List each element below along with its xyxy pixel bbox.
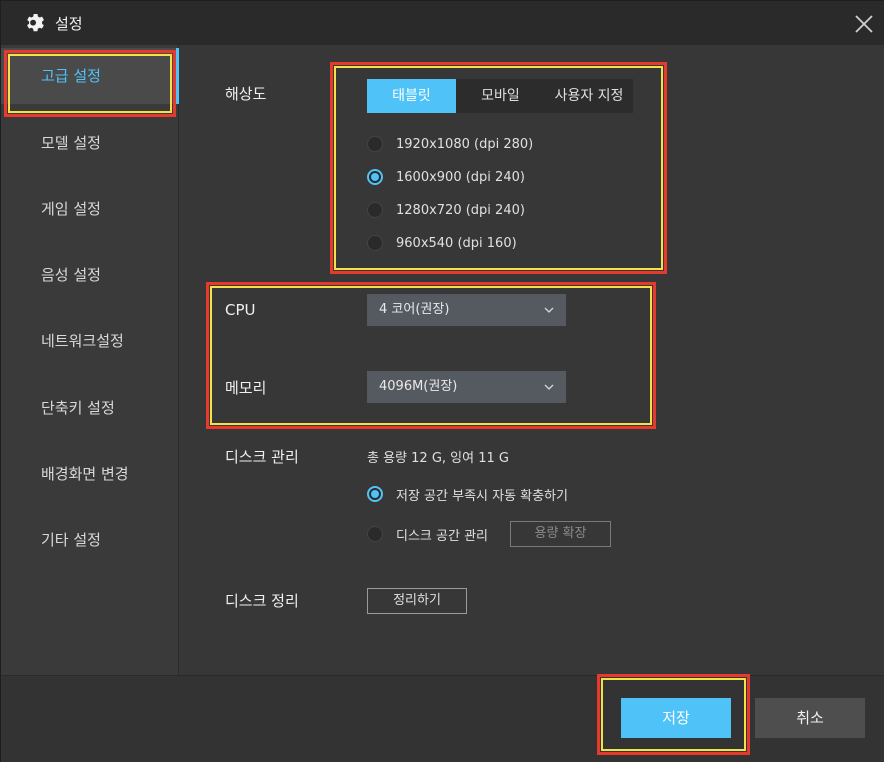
resolution-option-1280[interactable]: 1280x720 (dpi 240) — [367, 198, 525, 222]
resolution-option-label: 960x540 (dpi 160) — [396, 235, 517, 251]
disk-option-label: 저장 공간 부족시 자동 확충하기 — [396, 488, 569, 504]
sidebar: 고급 설정 모델 설정 게임 설정 음성 설정 네트워크설정 단축키 설정 배경… — [1, 45, 179, 675]
radio-button[interactable] — [367, 235, 383, 251]
sidebar-item-model[interactable]: 모델 설정 — [1, 115, 179, 171]
sidebar-item-advanced[interactable]: 고급 설정 — [1, 48, 179, 104]
radio-button[interactable] — [367, 526, 383, 542]
radio-button[interactable] — [367, 136, 383, 152]
sidebar-item-wallpaper[interactable]: 배경화면 변경 — [1, 446, 179, 502]
memory-label: 메모리 — [225, 379, 267, 397]
radio-button-checked[interactable] — [367, 169, 383, 185]
resolution-tabs: 태블릿 모바일 사용자 지정 — [367, 79, 633, 113]
expand-capacity-button[interactable]: 용량 확장 — [510, 521, 611, 547]
close-icon[interactable] — [851, 11, 877, 37]
sidebar-item-game[interactable]: 게임 설정 — [1, 181, 179, 237]
tab-custom[interactable]: 사용자 지정 — [545, 79, 633, 113]
cpu-select[interactable]: 4 코어(권장) — [367, 294, 566, 326]
tab-mobile[interactable]: 모바일 — [456, 79, 545, 113]
settings-window: 설정 고급 설정 모델 설정 게임 설정 음성 설정 네트워크설정 단축키 설정… — [0, 0, 884, 762]
tab-tablet[interactable]: 태블릿 — [367, 79, 456, 113]
resolution-option-label: 1280x720 (dpi 240) — [396, 202, 525, 218]
footer — [1, 675, 884, 762]
chevron-down-icon — [544, 307, 554, 313]
disk-cleanup-label: 디스크 정리 — [225, 592, 299, 610]
save-button[interactable]: 저장 — [621, 698, 731, 738]
sidebar-item-shortcut[interactable]: 단축키 설정 — [1, 380, 179, 436]
memory-select-value: 4096M(권장) — [379, 379, 458, 394]
radio-button-checked[interactable] — [367, 486, 383, 502]
resolution-option-label: 1920x1080 (dpi 280) — [396, 136, 534, 152]
memory-select[interactable]: 4096M(권장) — [367, 371, 566, 403]
chevron-down-icon — [544, 384, 554, 390]
disk-option-label: 디스크 공간 관리 — [396, 528, 488, 544]
window-title: 설정 — [55, 15, 83, 33]
disk-option-manage[interactable]: 디스크 공간 관리 — [367, 522, 488, 546]
resolution-option-label: 1600x900 (dpi 240) — [396, 169, 525, 185]
resolution-option-1600[interactable]: 1600x900 (dpi 240) — [367, 165, 525, 189]
cpu-label: CPU — [225, 301, 256, 319]
disk-option-auto-expand[interactable]: 저장 공간 부족시 자동 확충하기 — [367, 482, 568, 506]
title-bar: 설정 — [1, 1, 884, 45]
radio-button[interactable] — [367, 202, 383, 218]
resolution-option-960[interactable]: 960x540 (dpi 160) — [367, 231, 517, 255]
cleanup-button[interactable]: 정리하기 — [367, 588, 467, 614]
cpu-select-value: 4 코어(권장) — [379, 302, 450, 317]
disk-capacity-info: 총 용량 12 G, 잉여 11 G — [367, 451, 509, 466]
sidebar-item-network[interactable]: 네트워크설정 — [1, 313, 179, 369]
disk-management-label: 디스크 관리 — [225, 448, 299, 466]
sidebar-item-audio[interactable]: 음성 설정 — [1, 247, 179, 303]
resolution-label: 해상도 — [225, 85, 267, 103]
gear-icon — [27, 13, 44, 32]
cancel-button[interactable]: 취소 — [755, 698, 865, 738]
sidebar-item-other[interactable]: 기타 설정 — [1, 512, 179, 568]
resolution-option-1920[interactable]: 1920x1080 (dpi 280) — [367, 132, 533, 156]
